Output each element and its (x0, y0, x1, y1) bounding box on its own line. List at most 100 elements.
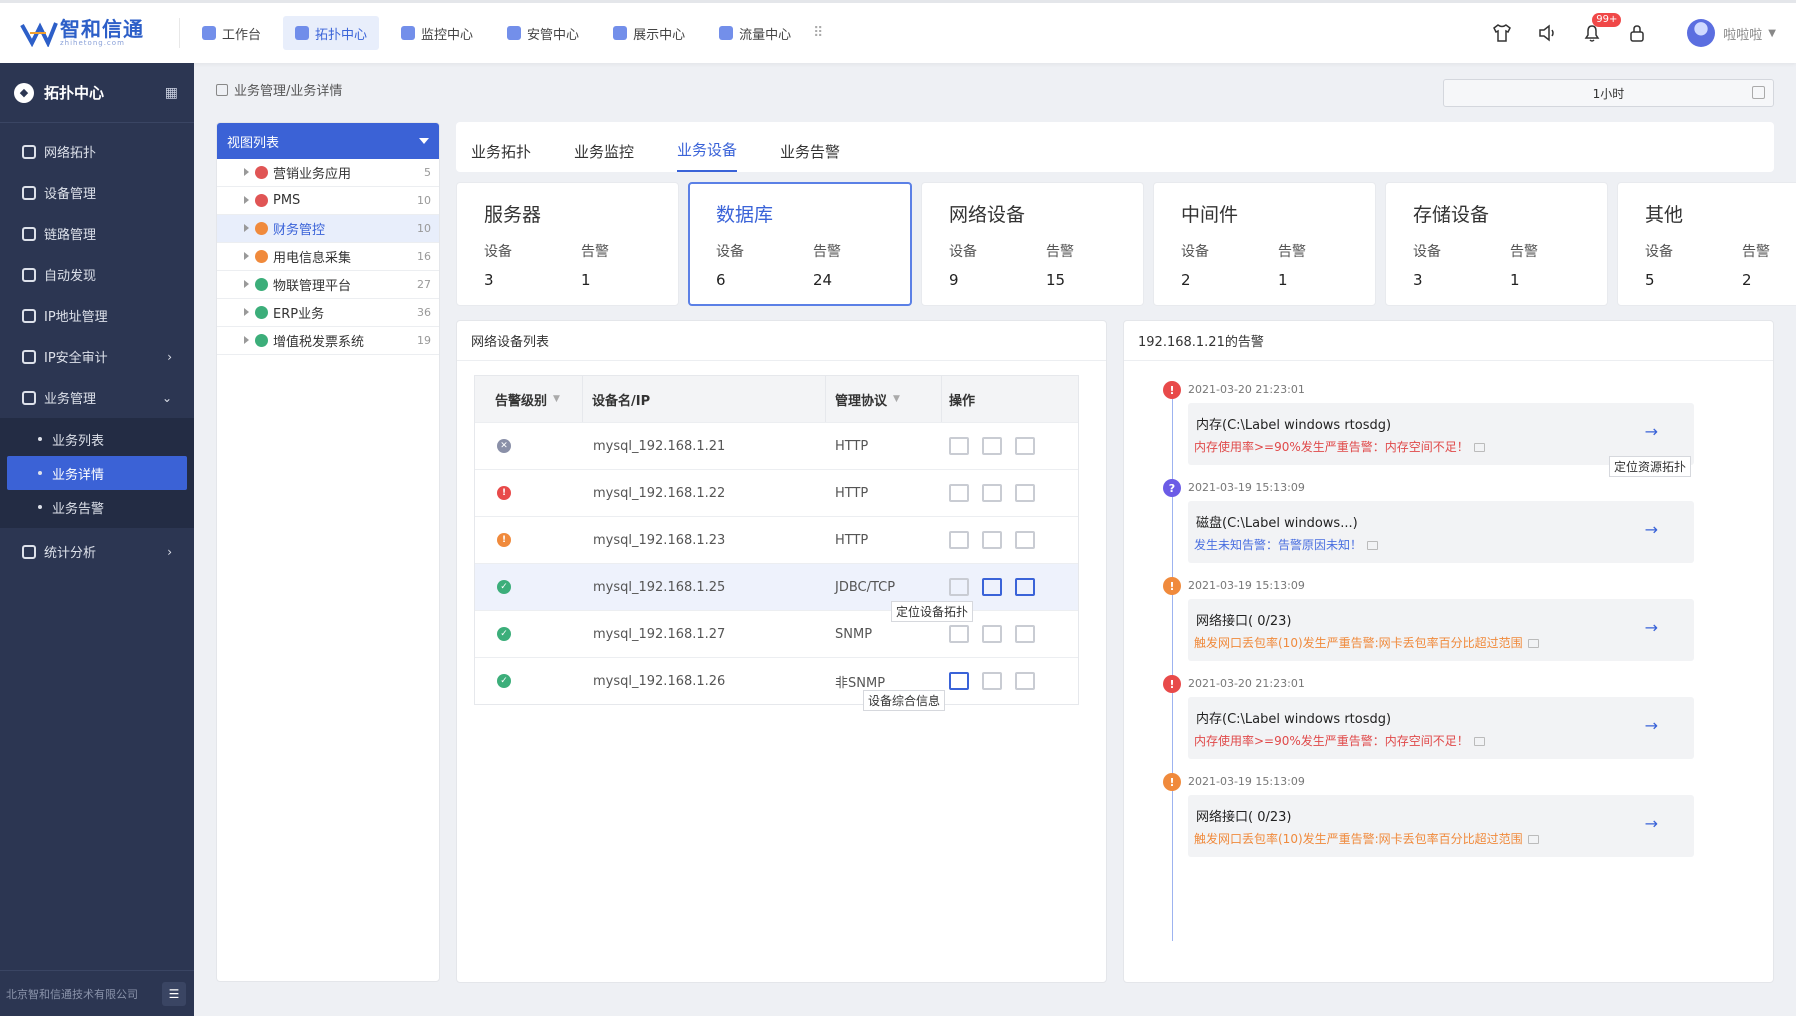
nav-traffic[interactable]: 流量中心 (707, 16, 803, 50)
sidebar-subitem[interactable]: 业务告警 (0, 490, 194, 524)
table-row[interactable]: ✓ mysql_192.168.1.26 非SNMP (475, 657, 1078, 704)
col-protocol: 管理协议 (835, 393, 888, 409)
nav-workbench[interactable]: 工作台 (190, 16, 273, 50)
topology-icon[interactable] (982, 672, 1002, 690)
bell-icon[interactable]: 99+ (1580, 13, 1622, 45)
nav-topology[interactable]: 拓扑中心 (283, 16, 380, 50)
table-row[interactable]: ! mysql_192.168.1.22 HTTP (475, 469, 1078, 516)
message-icon[interactable] (1527, 835, 1539, 844)
col-alarm-level: 告警级别 (495, 393, 548, 409)
logo[interactable]: 智和信通 zhihetong.com (0, 18, 180, 48)
arrow-right-icon[interactable]: → (1645, 814, 1658, 833)
arrow-right-icon[interactable]: → (1645, 520, 1658, 539)
device-protocol: 非SNMP (835, 675, 886, 691)
topology-icon[interactable] (982, 578, 1002, 596)
arrow-right-icon[interactable]: → (1645, 618, 1658, 637)
view-list-header[interactable]: 视图列表 (217, 123, 439, 159)
category-card[interactable]: 存储设备 设备 告警 3 1 (1385, 182, 1608, 306)
tab[interactable]: 业务告警 (780, 141, 840, 172)
device-detail-icon[interactable] (1015, 625, 1035, 643)
tree-node[interactable]: ERP业务 36 (217, 299, 439, 327)
message-icon[interactable] (1473, 737, 1485, 746)
device-detail-icon[interactable] (1015, 578, 1035, 596)
monitor-chart-icon[interactable] (949, 672, 969, 690)
time-range-select[interactable]: 1小时 (1443, 79, 1774, 107)
nav-label: 拓扑中心 (315, 27, 368, 43)
grid-icon[interactable]: ▦ (165, 85, 178, 101)
tree-node[interactable]: 物联管理平台 27 (217, 271, 439, 299)
card-values: 52 (1645, 271, 1796, 289)
sound-icon[interactable] (1535, 21, 1559, 45)
tree-node[interactable]: 财务管控 10 (217, 215, 439, 243)
alarm-card[interactable]: 网络接口( 0/23) 触发网口丢包率(10)发生严重告警:网卡丢包率百分比超过范… (1188, 599, 1694, 661)
category-card[interactable]: 中间件 设备 告警 2 1 (1153, 182, 1376, 306)
device-detail-icon[interactable] (1015, 484, 1035, 502)
filter-icon[interactable]: ▼ (893, 394, 900, 404)
alarm-card[interactable]: 网络接口( 0/23) 触发网口丢包率(10)发生严重告警:网卡丢包率百分比超过范… (1188, 795, 1694, 857)
arrow-right-icon[interactable]: → (1645, 422, 1658, 441)
sidebar-item-device-management[interactable]: 设备管理 (0, 172, 194, 213)
filter-icon[interactable]: ▼ (553, 394, 560, 404)
monitor-chart-icon[interactable] (949, 484, 969, 502)
view-list-panel: 视图列表 营销业务应用 5 PMS 10 财务管控 10 用电信息采集 16 物联管理平台 27 E… (216, 122, 440, 982)
tree-node[interactable]: 用电信息采集 16 (217, 243, 439, 271)
topology-icon[interactable] (982, 484, 1002, 502)
nav-monitor[interactable]: 监控中心 (389, 16, 485, 50)
nav-security[interactable]: 安管中心 (495, 16, 591, 50)
device-detail-icon[interactable] (1015, 437, 1035, 455)
table-row[interactable]: ! mysql_192.168.1.23 HTTP (475, 516, 1078, 563)
collapse-icon[interactable]: ☰ (162, 981, 186, 1006)
sidebar-item-auto-discovery[interactable]: 自动发现 (0, 254, 194, 295)
tree-node[interactable]: PMS 10 (217, 187, 439, 215)
status-ok-icon: ✓ (497, 627, 511, 641)
sidebar-item-label: 统计分析 (44, 546, 97, 561)
sidebar-subitem[interactable]: 业务列表 (0, 422, 194, 456)
more-apps-icon[interactable]: ⠿ (813, 25, 823, 41)
topology-icon[interactable] (982, 437, 1002, 455)
category-card[interactable]: 数据库 设备 告警 6 24 (688, 182, 912, 306)
alarm-card[interactable]: 磁盘(C:\Label windows...) 发生未知告警：告警原因未知！ → (1188, 501, 1694, 563)
category-card[interactable]: 网络设备 设备 告警 9 15 (921, 182, 1144, 306)
avatar (1687, 19, 1716, 47)
tab[interactable]: 业务监控 (574, 141, 634, 172)
sidebar-subitem[interactable]: 业务详情 (7, 456, 187, 490)
tab[interactable]: 业务设备 (677, 139, 738, 172)
tree-node-label: ERP业务 (273, 307, 325, 322)
alarm-card[interactable]: 内存(C:\Label windows rtosdg) 内存使用率>=90%发生严… (1188, 697, 1694, 759)
sidebar-item-ip-address[interactable]: IP地址管理 (0, 295, 194, 336)
tree-node[interactable]: 营销业务应用 5 (217, 159, 439, 187)
sidebar-submenu: 业务列表 业务详情 业务告警 (0, 418, 194, 528)
table-row[interactable]: ✕ mysql_192.168.1.21 HTTP (475, 422, 1078, 469)
table-row[interactable]: ✓ mysql_192.168.1.25 JDBC/TCP (475, 563, 1078, 610)
monitor-chart-icon[interactable] (949, 437, 969, 455)
message-icon[interactable] (1473, 443, 1485, 452)
message-icon[interactable] (1527, 639, 1539, 648)
sidebar-item-statistics[interactable]: 统计分析 › (0, 531, 194, 572)
category-card[interactable]: 其他 设备 告警 5 2 (1617, 182, 1796, 306)
sidebar-item-network-topology[interactable]: 网络拓扑 (0, 131, 194, 172)
card-labels: 设备 告警 (949, 241, 1143, 261)
sidebar-item-business-management[interactable]: 业务管理 ⌄ (0, 377, 194, 418)
device-protocol: JDBC/TCP (835, 579, 896, 595)
device-detail-icon[interactable] (1015, 531, 1035, 549)
category-card[interactable]: 服务器 设备 告警 3 1 (456, 182, 679, 306)
topology-icon[interactable] (982, 531, 1002, 549)
lock-icon[interactable] (1625, 21, 1649, 45)
table-row[interactable]: ✓ mysql_192.168.1.27 SNMP (475, 610, 1078, 657)
arrow-right-icon[interactable]: → (1645, 716, 1658, 735)
topology-icon[interactable] (982, 625, 1002, 643)
sidebar-item-link-management[interactable]: 链路管理 (0, 213, 194, 254)
message-icon[interactable] (1367, 541, 1379, 550)
nav-display[interactable]: 展示中心 (601, 16, 697, 50)
tree-node[interactable]: 增值税发票系统 19 (217, 327, 439, 355)
monitor-chart-icon[interactable] (949, 531, 969, 549)
skin-icon[interactable] (1490, 21, 1514, 45)
card-alarm-label: 告警 (1510, 244, 1538, 260)
user-menu[interactable]: 啦啦啦 ▼ (1687, 19, 1776, 47)
device-protocol: HTTP (835, 485, 869, 501)
monitor-chart-icon[interactable] (949, 625, 969, 643)
tab[interactable]: 业务拓扑 (471, 141, 531, 172)
monitor-chart-icon[interactable] (949, 578, 969, 596)
device-detail-icon[interactable] (1015, 672, 1035, 690)
sidebar-item-ip-audit[interactable]: IP安全审计 › (0, 336, 194, 377)
